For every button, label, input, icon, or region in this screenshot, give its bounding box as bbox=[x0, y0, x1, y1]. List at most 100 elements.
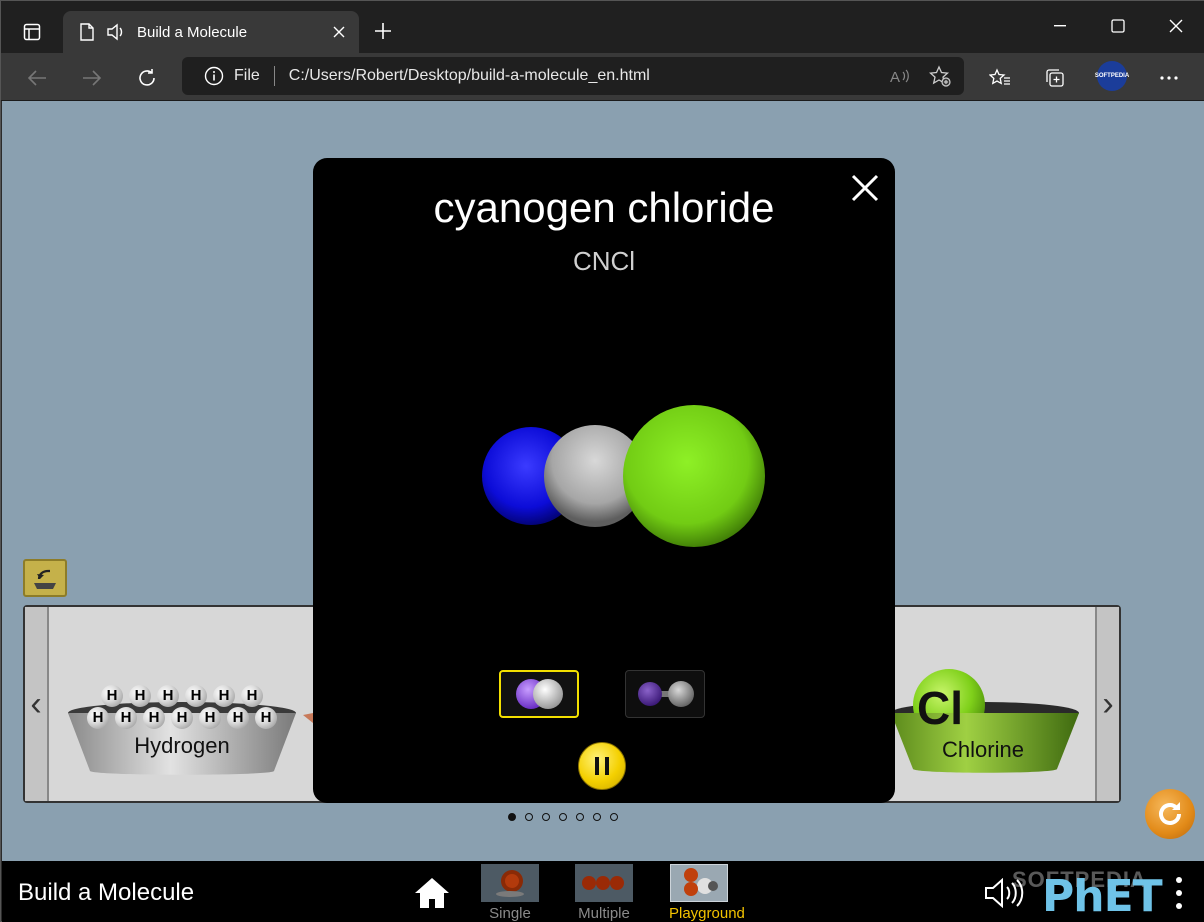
svg-text:A: A bbox=[890, 69, 900, 85]
space-filling-view-button[interactable] bbox=[499, 670, 579, 718]
title-bar: Build a Molecule bbox=[1, 1, 1204, 53]
undo-icon bbox=[34, 569, 56, 589]
multiple-screen-thumbnail bbox=[575, 864, 633, 902]
page-dot[interactable] bbox=[576, 813, 584, 821]
cyanogen-chloride-model bbox=[482, 405, 765, 547]
page-dot[interactable] bbox=[610, 813, 618, 821]
next-kit-button[interactable]: › bbox=[1095, 607, 1119, 801]
collections-button[interactable] bbox=[1038, 61, 1072, 95]
single-screen-thumbnail bbox=[481, 864, 539, 902]
tab-actions-button[interactable] bbox=[15, 15, 49, 49]
space-filling-icon bbox=[516, 679, 563, 709]
molecule-3d-view[interactable] bbox=[479, 402, 769, 552]
browser-window: Build a Molecule File C:/Users/Robert/De… bbox=[0, 0, 1204, 922]
close-tab-button[interactable] bbox=[325, 18, 353, 46]
settings-more-button[interactable] bbox=[1152, 61, 1186, 95]
return-kit-button[interactable] bbox=[23, 559, 67, 597]
hydrogen-atom[interactable]: H bbox=[143, 707, 165, 729]
hydrogen-atom[interactable]: H bbox=[199, 707, 221, 729]
screen-tab-multiple[interactable]: Multiple bbox=[574, 864, 634, 922]
new-tab-button[interactable] bbox=[369, 17, 397, 45]
screen-label-single: Single bbox=[489, 905, 531, 922]
add-favorite-button[interactable] bbox=[924, 60, 956, 92]
refresh-button[interactable] bbox=[130, 61, 164, 95]
star-add-icon bbox=[929, 65, 951, 87]
close-window-button[interactable] bbox=[1153, 9, 1199, 43]
minimize-button[interactable] bbox=[1037, 9, 1083, 43]
pause-rotation-button[interactable] bbox=[578, 742, 626, 790]
url-text[interactable]: C:/Users/Robert/Desktop/build-a-molecule… bbox=[289, 67, 884, 85]
hydrogen-bucket[interactable]: H H H H H H H H H H H H H Hydrogen bbox=[67, 679, 297, 779]
favorites-button[interactable] bbox=[983, 61, 1017, 95]
menu-dot bbox=[1176, 877, 1182, 883]
hydrogen-atom[interactable]: H bbox=[101, 685, 123, 707]
kit-page-dots bbox=[508, 813, 618, 821]
chlorine-atom-symbol[interactable]: Cl bbox=[917, 681, 963, 735]
menu-dot bbox=[1176, 890, 1182, 896]
molecule-formula: CNCl bbox=[572, 246, 636, 276]
screen-label-multiple: Multiple bbox=[578, 905, 630, 922]
home-button[interactable] bbox=[412, 875, 452, 911]
refresh-icon bbox=[139, 69, 155, 86]
forward-button[interactable] bbox=[75, 61, 109, 95]
file-label: File bbox=[234, 67, 260, 84]
chlorine-atom bbox=[623, 405, 765, 547]
hydrogen-atom[interactable]: H bbox=[241, 685, 263, 707]
back-arrow-icon bbox=[27, 70, 46, 86]
hydrogen-atom[interactable]: H bbox=[157, 685, 179, 707]
hydrogen-atom[interactable]: H bbox=[115, 707, 137, 729]
bucket-label-hydrogen: Hydrogen bbox=[134, 733, 230, 758]
read-aloud-icon: A bbox=[890, 69, 909, 85]
sim-play-area: ‹ › H H H H H H H H H H H H H Hydrogen C… bbox=[2, 101, 1204, 861]
address-toolbar: File C:/Users/Robert/Desktop/build-a-mol… bbox=[1, 53, 1204, 101]
minimize-icon bbox=[1054, 25, 1066, 27]
chevron-left-icon: ‹ bbox=[30, 685, 42, 723]
browser-tab[interactable]: Build a Molecule bbox=[63, 11, 359, 53]
page-dot[interactable] bbox=[542, 813, 550, 821]
hydrogen-atom[interactable]: H bbox=[213, 685, 235, 707]
hydrogen-atom[interactable]: H bbox=[129, 685, 151, 707]
close-icon bbox=[333, 26, 345, 38]
address-bar[interactable]: File C:/Users/Robert/Desktop/build-a-mol… bbox=[182, 57, 964, 95]
hydrogen-atom[interactable]: H bbox=[255, 707, 277, 729]
info-icon[interactable] bbox=[204, 66, 224, 86]
reset-icon bbox=[1159, 802, 1181, 825]
page-dot[interactable] bbox=[525, 813, 533, 821]
hydrogen-atom[interactable]: H bbox=[87, 707, 109, 729]
close-icon bbox=[1169, 19, 1183, 33]
screen-label-playground: Playground bbox=[669, 905, 745, 922]
home-icon bbox=[415, 878, 449, 908]
collections-icon bbox=[1046, 69, 1064, 87]
hydrogen-atom[interactable]: H bbox=[171, 707, 193, 729]
tab-title: Build a Molecule bbox=[137, 23, 248, 41]
plus-icon bbox=[375, 23, 391, 39]
page-dot[interactable] bbox=[508, 813, 516, 821]
maximize-button[interactable] bbox=[1095, 9, 1141, 43]
forward-arrow-icon bbox=[83, 70, 102, 86]
bucket-label-chlorine: Chlorine bbox=[942, 737, 1024, 762]
phet-menu-button[interactable] bbox=[1172, 877, 1186, 909]
back-button[interactable] bbox=[20, 61, 54, 95]
audio-playing-icon[interactable] bbox=[105, 22, 127, 42]
divider bbox=[273, 66, 275, 86]
molecule-3d-dialog: cyanogen chloride CNCl bbox=[313, 158, 895, 803]
chevron-right-icon: › bbox=[1102, 685, 1114, 723]
page-dot[interactable] bbox=[559, 813, 567, 821]
hydrogen-atom[interactable]: H bbox=[185, 685, 207, 707]
hydrogen-atom[interactable]: H bbox=[227, 707, 249, 729]
sim-title: Build a Molecule bbox=[18, 879, 195, 906]
reset-all-button[interactable] bbox=[1145, 789, 1195, 839]
ball-and-stick-view-button[interactable] bbox=[625, 670, 705, 718]
playground-screen-thumbnail bbox=[670, 864, 728, 902]
screen-tab-playground[interactable]: Playground bbox=[669, 864, 745, 922]
screen-tab-single[interactable]: Single bbox=[480, 864, 540, 922]
profile-avatar[interactable]: SOFTPEDIA bbox=[1095, 61, 1129, 91]
read-aloud-button[interactable]: A bbox=[884, 60, 916, 92]
phet-navigation-bar: Build a Molecule Single Multiple Playgro… bbox=[2, 861, 1204, 922]
page-dot[interactable] bbox=[593, 813, 601, 821]
phet-logo: PhET bbox=[1042, 871, 1163, 922]
more-icon bbox=[1160, 76, 1178, 80]
previous-kit-button[interactable]: ‹ bbox=[25, 607, 49, 801]
tab-actions-icon bbox=[23, 23, 41, 41]
molecule-name: cyanogen chloride bbox=[433, 184, 775, 231]
